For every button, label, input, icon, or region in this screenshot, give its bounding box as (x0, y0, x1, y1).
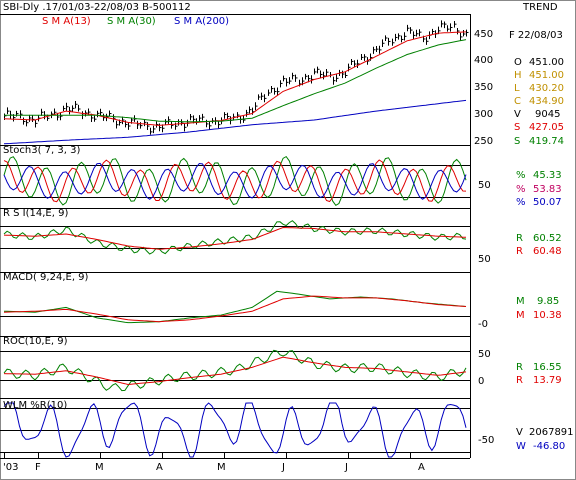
stoch-label: Stoch3( 7, 3, 3) (3, 145, 81, 156)
macd-label: MACD( 9,24,E, 9) (3, 272, 89, 283)
x-label-apr: A (156, 462, 163, 473)
sma30-legend: S M A(30) (107, 16, 156, 27)
open-value: 451.00 (529, 57, 564, 68)
roc-tick-50: 50 (478, 349, 491, 360)
roc-signal-key: R (516, 375, 523, 386)
wlm-label: WLM %R(10) (3, 400, 68, 411)
macd-key: M (516, 296, 525, 307)
stoch-d-key: % (516, 184, 526, 195)
macd-signal-value: 10.38 (533, 310, 562, 321)
price-date-label: F 22/08/03 (509, 30, 563, 41)
price-tick-250: 250 (474, 136, 494, 147)
chart-title: SBI-Dly .17/01/03-22/08/03 B-500112 (3, 2, 191, 13)
close-value: 434.90 (529, 96, 564, 107)
macd-tick-0: -0 (478, 319, 488, 330)
stoch-tick-50: 50 (478, 180, 491, 191)
rsi-tick-50: 50 (478, 254, 491, 265)
wlm-value: -46.80 (533, 441, 566, 452)
high-value: 451.00 (529, 70, 564, 81)
close-key: C (514, 96, 521, 107)
x-label-may: M (217, 462, 226, 473)
rsi-signal-key: R (516, 246, 523, 257)
trend-label: TREND (523, 2, 558, 13)
price-tick-300: 300 (474, 109, 494, 120)
open-key: O (514, 57, 522, 68)
roc-tick-0: 0 (478, 376, 485, 387)
roc-value: 16.55 (533, 362, 562, 373)
stoch-k-value: 45.33 (533, 170, 562, 181)
roc-key: R (516, 362, 523, 373)
sma13-key: S (514, 122, 521, 133)
low-value: 430.20 (529, 83, 564, 94)
sma30-value: 419.74 (529, 136, 564, 147)
volume-key: V (514, 109, 521, 120)
sma200-legend: S M A(200) (174, 16, 230, 27)
x-label-jun: J (282, 462, 285, 473)
sma13-legend: S M A(13) (42, 16, 91, 27)
rsi-value: 60.52 (533, 233, 562, 244)
x-label-mar: M (95, 462, 104, 473)
wlm-volume-key: V (516, 427, 523, 438)
x-label-jan: '03 (3, 462, 19, 473)
price-tick-400: 400 (474, 55, 494, 66)
x-label-jul: J (345, 462, 348, 473)
stoch-d-value: 53.83 (533, 184, 562, 195)
macd-value: 9.85 (537, 296, 560, 307)
price-tick-450: 450 (474, 29, 494, 40)
rsi-signal-value: 60.48 (533, 246, 562, 257)
wlm-key: W (516, 441, 526, 452)
stoch-slow-value: 50.07 (533, 197, 562, 208)
roc-signal-value: 13.79 (533, 375, 562, 386)
wlm-volume-value: 2067891 (529, 427, 574, 438)
wlm-tick-minus50: -50 (478, 435, 495, 446)
x-label-aug: A (418, 462, 425, 473)
sma30-key: S (514, 136, 521, 147)
low-key: L (514, 83, 520, 94)
chart-canvas (0, 0, 576, 480)
high-key: H (514, 70, 522, 81)
macd-signal-key: M (516, 310, 525, 321)
volume-value: 9045 (535, 109, 561, 120)
x-label-feb: F (35, 462, 41, 473)
rsi-label: R S I(14,E, 9) (3, 208, 69, 219)
roc-label: ROC(10,E, 9) (3, 336, 68, 347)
stoch-k-key: % (516, 170, 526, 181)
rsi-key: R (516, 233, 523, 244)
price-tick-350: 350 (474, 82, 494, 93)
stoch-slow-key: % (516, 197, 526, 208)
outer-border (0, 0, 576, 480)
sma13-value: 427.05 (529, 122, 564, 133)
